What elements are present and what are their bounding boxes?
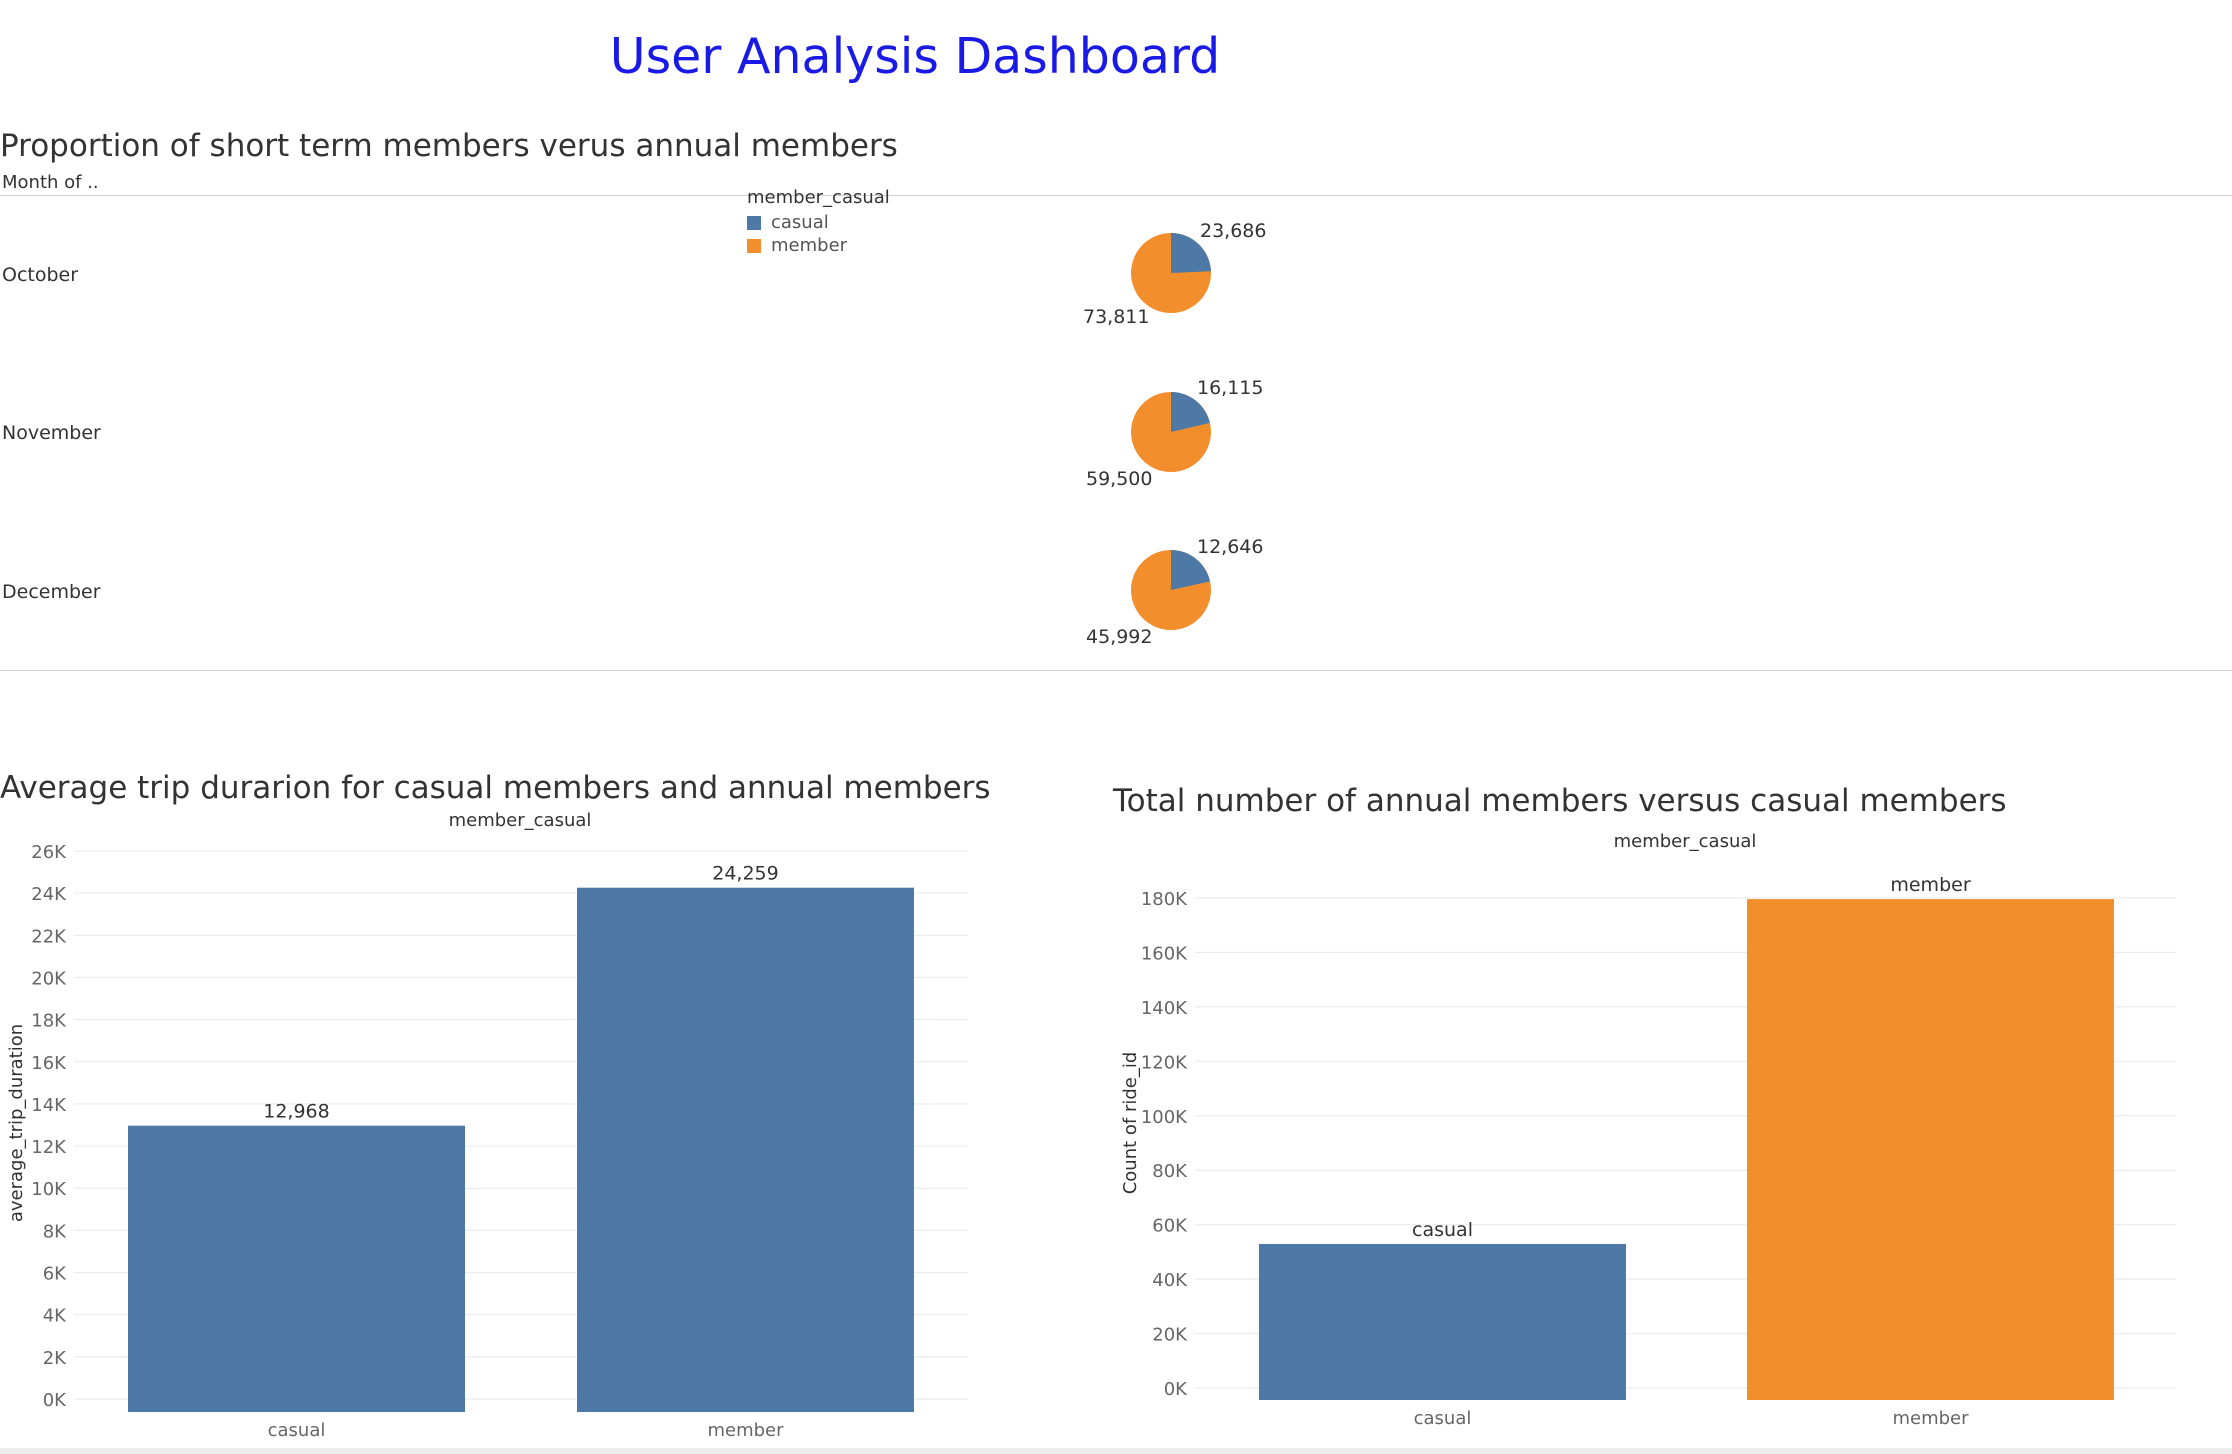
y-tick-label: 160K: [1141, 943, 1188, 964]
y-tick-label: 22K: [31, 926, 67, 947]
bar-member[interactable]: [1747, 899, 2114, 1400]
bar-value-label: casual: [1412, 1219, 1473, 1241]
pie-label-casual-november: 16,115: [1197, 377, 1264, 399]
y-tick-label: 60K: [1152, 1216, 1188, 1237]
y-tick-label: 14K: [31, 1095, 67, 1116]
casual-swatch: [747, 215, 761, 230]
bar-value-label: 24,259: [712, 863, 778, 885]
month-label-october: October: [2, 264, 79, 286]
legend-item-member[interactable]: member: [747, 235, 890, 256]
column-header: member_casual: [1614, 831, 1757, 852]
y-tick-label: 18K: [31, 1011, 67, 1032]
right-chart-title: Total number of annual members versus ca…: [1113, 783, 2007, 819]
y-tick-label: 100K: [1141, 1107, 1188, 1128]
y-tick-label: 2K: [43, 1348, 67, 1369]
x-category-label: member: [707, 1420, 784, 1441]
legend-label: member: [771, 235, 848, 256]
member-swatch: [747, 238, 761, 253]
y-axis-label: average_trip_duration: [6, 1024, 27, 1222]
pie-label-member-october: 73,811: [1083, 306, 1150, 328]
y-tick-label: 140K: [1141, 998, 1188, 1019]
y-tick-label: 20K: [1152, 1325, 1188, 1346]
y-tick-label: 80K: [1152, 1161, 1188, 1182]
y-tick-label: 26K: [31, 842, 67, 863]
legend-title: member_casual: [747, 187, 890, 208]
y-tick-label: 120K: [1141, 1052, 1188, 1073]
left-bar-chart: 0K 2K 4K 6K 8K 10K 12K 14K 16K 18K 20K 22K 24K 26K mem…: [6, 810, 968, 1441]
y-tick-label: 4K: [43, 1306, 67, 1327]
pie-label-member-december: 45,992: [1086, 626, 1153, 648]
x-category-label: casual: [1414, 1408, 1472, 1429]
pie-label-member-november: 59,500: [1086, 468, 1153, 490]
pie-charts: [1131, 233, 1211, 630]
column-header: member_casual: [449, 810, 592, 831]
y-tick-label: 12K: [31, 1137, 67, 1158]
pie-label-casual-december: 12,646: [1197, 536, 1264, 558]
legend-label: casual: [771, 212, 829, 233]
y-tick-label: 40K: [1152, 1270, 1188, 1291]
month-label-december: December: [2, 581, 101, 603]
bar-value-label: member: [1890, 874, 1970, 896]
y-tick-label: 16K: [31, 1053, 67, 1074]
bar-casual[interactable]: [1259, 1243, 1626, 1400]
footer-strip: [0, 1448, 2232, 1454]
bar-member[interactable]: [577, 887, 914, 1412]
bar-casual[interactable]: [128, 1125, 465, 1412]
y-tick-label: 180K: [1141, 889, 1188, 910]
y-tick-label: 6K: [43, 1264, 67, 1285]
pie-section-bottom-divider: [0, 670, 2232, 671]
pie-label-casual-october: 23,686: [1200, 220, 1267, 242]
dashboard-title: User Analysis Dashboard: [609, 28, 1221, 85]
bar-value-label: 12,968: [263, 1101, 329, 1123]
left-chart-title: Average trip durarion for casual members…: [0, 770, 991, 806]
y-axis-label: Count of ride_id: [1120, 1052, 1141, 1195]
y-tick-label: 0K: [1164, 1379, 1188, 1400]
y-tick-label: 24K: [31, 884, 67, 905]
y-tick-label: 0K: [43, 1390, 67, 1411]
pie-november[interactable]: [1131, 392, 1211, 472]
pie-section-title: Proportion of short term members verus a…: [0, 128, 898, 164]
pie-section-top-divider: [0, 195, 2232, 196]
y-tick-label: 8K: [43, 1221, 67, 1242]
month-label-november: November: [2, 422, 101, 444]
row-header: Month of ..: [2, 172, 99, 193]
pie-december[interactable]: [1131, 550, 1211, 630]
x-category-label: casual: [268, 1420, 326, 1441]
y-tick-label: 20K: [31, 968, 67, 989]
pie-october[interactable]: [1131, 233, 1211, 313]
right-bar-chart: 0K 20K 40K 60K 80K 100K 120K 140K 160K 180K member…: [1120, 831, 2176, 1429]
pie-legend: member_casual casual member: [747, 187, 890, 256]
y-tick-label: 10K: [31, 1179, 67, 1200]
legend-item-casual[interactable]: casual: [747, 212, 890, 233]
x-category-label: member: [1892, 1408, 1969, 1429]
